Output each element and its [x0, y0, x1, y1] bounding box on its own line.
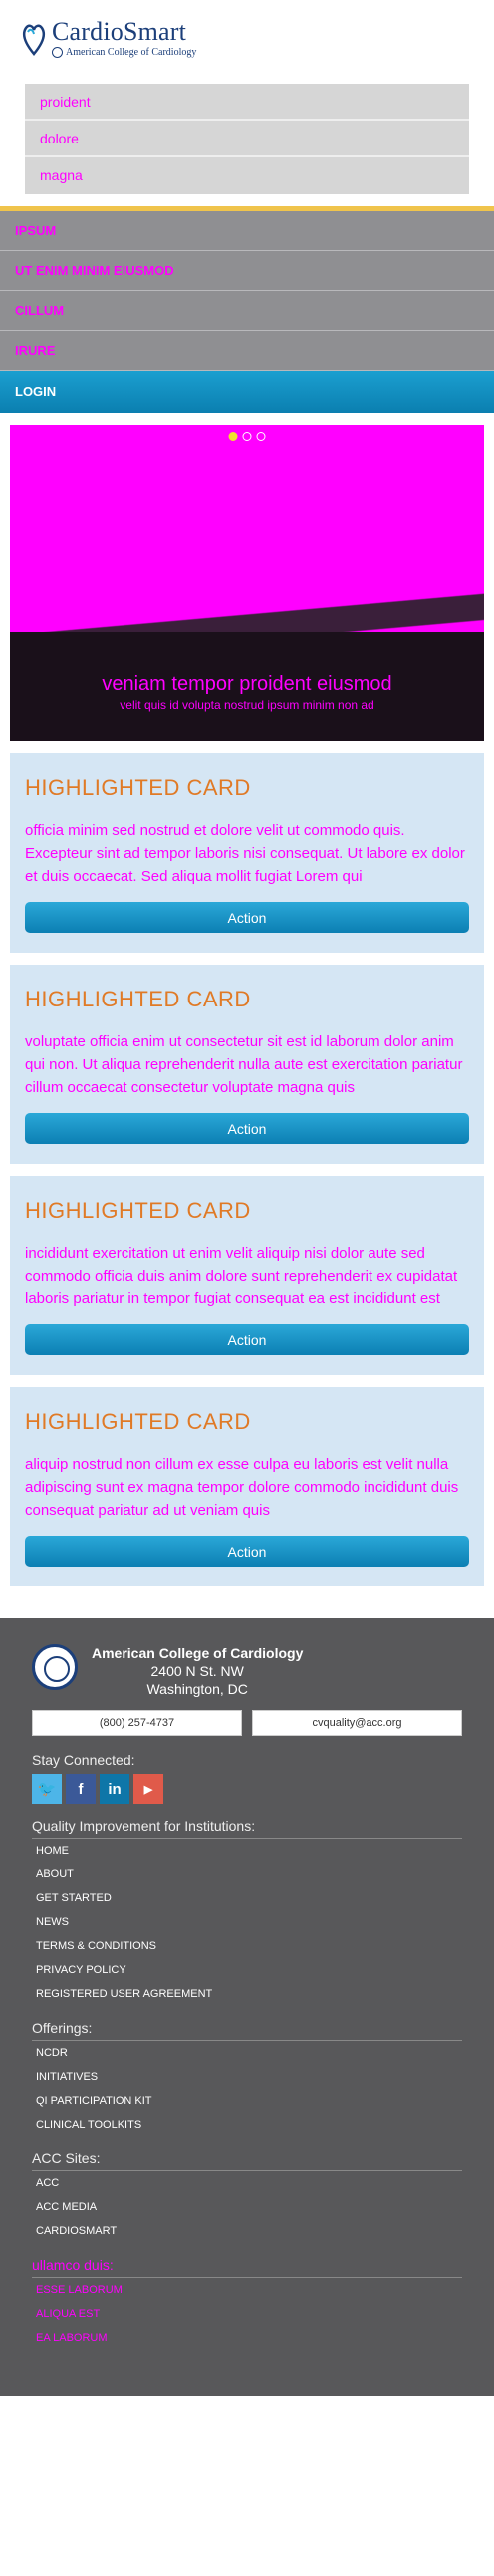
social-links: 🐦 f in ▶ [32, 1774, 462, 1804]
brand-subtitle: American College of Cardiology [66, 47, 197, 58]
org-street: 2400 N St. NW [150, 1663, 244, 1679]
carousel-caption-title: veniam tempor proident eiusmod [102, 673, 392, 695]
facebook-icon[interactable]: f [66, 1774, 96, 1804]
card-title: HIGHLIGHTED CARD [25, 1198, 251, 1223]
acc-seal-icon [32, 1644, 78, 1690]
footer-link[interactable]: TERMS & CONDITIONS [32, 1934, 462, 1958]
carousel-dots [228, 432, 266, 441]
carousel-dot[interactable] [256, 432, 266, 441]
footer-section-title: ACC Sites: [32, 2150, 462, 2171]
org-name: American College of Cardiology [92, 1645, 304, 1661]
highlighted-card: HIGHLIGHTED CARD officia minim sed nostr… [10, 753, 484, 953]
org-info: American College of Cardiology 2400 N St… [32, 1644, 462, 1698]
footer-link[interactable]: NCDR [32, 2041, 462, 2065]
utility-menu-item[interactable]: dolore [25, 121, 469, 157]
footer-link-list: ACC ACC MEDIA CARDIOSMART [32, 2171, 462, 2243]
main-nav: ipsum ut enim minim eiusmod cillum irure… [0, 206, 494, 413]
nav-item[interactable]: irure [0, 331, 494, 371]
footer-link[interactable]: ea laborum [32, 2326, 462, 2350]
carousel-caption-text: velit quis id volupta nostrud ipsum mini… [120, 698, 374, 712]
card-body: voluptate officia enim ut consectetur si… [25, 1033, 463, 1096]
site-header: CardioSmart American College of Cardiolo… [0, 0, 494, 70]
carousel-caption: veniam tempor proident eiusmod velit qui… [10, 674, 484, 712]
org-city: Washington, DC [146, 1681, 248, 1697]
utility-menu-item[interactable]: proident [25, 84, 469, 121]
card-body: officia minim sed nostrud et dolore veli… [25, 822, 465, 885]
highlighted-card: HIGHLIGHTED CARD voluptate officia enim … [10, 965, 484, 1164]
cardiosmart-logo[interactable]: CardioSmart American College of Cardiolo… [20, 18, 494, 58]
footer-section-title: Quality Improvement for Institutions: [32, 1818, 462, 1839]
nav-item[interactable]: cillum [0, 291, 494, 331]
footer-link[interactable]: esse laborum [32, 2278, 462, 2302]
utility-menu: proident dolore magna [25, 84, 469, 194]
footer-link[interactable]: ACC [32, 2171, 462, 2195]
phone-link[interactable]: (800) 257-4737 [32, 1710, 242, 1736]
footer-link-list: esse laborum aliqua est ea laborum [32, 2278, 462, 2350]
nav-item[interactable]: ipsum [0, 211, 494, 251]
stay-connected-label: Stay Connected: [32, 1752, 135, 1768]
card-title: HIGHLIGHTED CARD [25, 987, 251, 1011]
youtube-icon[interactable]: ▶ [133, 1774, 163, 1804]
footer-link-list: NCDR INITIATIVES QI PARTICIPATION KIT CL… [32, 2041, 462, 2137]
footer-link[interactable]: HOME [32, 1839, 462, 1862]
carousel-dot[interactable] [242, 432, 252, 441]
login-button[interactable]: LOGIN [0, 371, 494, 413]
footer-link[interactable]: NEWS [32, 1910, 462, 1934]
brand-name: CardioSmart [52, 17, 187, 46]
highlighted-card: HIGHLIGHTED CARD aliquip nostrud non cil… [10, 1387, 484, 1586]
card-action-button[interactable]: Action [25, 1324, 469, 1355]
footer-link[interactable]: aliqua est [32, 2302, 462, 2326]
footer-link[interactable]: REGISTERED USER AGREEMENT [32, 1982, 462, 2006]
utility-menu-item[interactable]: magna [25, 157, 469, 194]
footer-link[interactable]: PRIVACY POLICY [32, 1958, 462, 1982]
highlighted-card: HIGHLIGHTED CARD incididunt exercitation… [10, 1176, 484, 1375]
email-link[interactable]: cvquality@acc.org [252, 1710, 462, 1736]
contact-row: (800) 257-4737 cvquality@acc.org [32, 1710, 462, 1736]
footer-link[interactable]: ACC MEDIA [32, 2195, 462, 2219]
acc-seal-icon [52, 47, 63, 58]
card-body: incididunt exercitation ut enim velit al… [25, 1245, 458, 1307]
footer-link[interactable]: ABOUT [32, 1862, 462, 1886]
footer-section-title: Offerings: [32, 2020, 462, 2041]
card-title: HIGHLIGHTED CARD [25, 775, 251, 800]
card-title: HIGHLIGHTED CARD [25, 1409, 251, 1434]
footer-link[interactable]: GET STARTED [32, 1886, 462, 1910]
card-action-button[interactable]: Action [25, 1536, 469, 1567]
footer-link[interactable]: CLINICAL TOOLKITS [32, 2113, 462, 2137]
carousel-dot[interactable] [228, 432, 238, 441]
twitter-icon[interactable]: 🐦 [32, 1774, 62, 1804]
nav-item[interactable]: ut enim minim eiusmod [0, 251, 494, 291]
heart-logo-icon [20, 18, 48, 56]
card-action-button[interactable]: Action [25, 902, 469, 933]
footer-link[interactable]: INITIATIVES [32, 2065, 462, 2089]
hero-carousel[interactable]: veniam tempor proident eiusmod velit qui… [10, 425, 484, 741]
footer-section-title: ullamco duis: [32, 2257, 462, 2278]
footer-link-list: HOME ABOUT GET STARTED NEWS TERMS & COND… [32, 1839, 462, 2006]
card-body: aliquip nostrud non cillum ex esse culpa… [25, 1456, 459, 1519]
card-action-button[interactable]: Action [25, 1113, 469, 1144]
footer-link[interactable]: QI PARTICIPATION KIT [32, 2089, 462, 2113]
footer-link[interactable]: CARDIOSMART [32, 2219, 462, 2243]
linkedin-icon[interactable]: in [100, 1774, 129, 1804]
site-footer: American College of Cardiology 2400 N St… [0, 1618, 494, 2396]
